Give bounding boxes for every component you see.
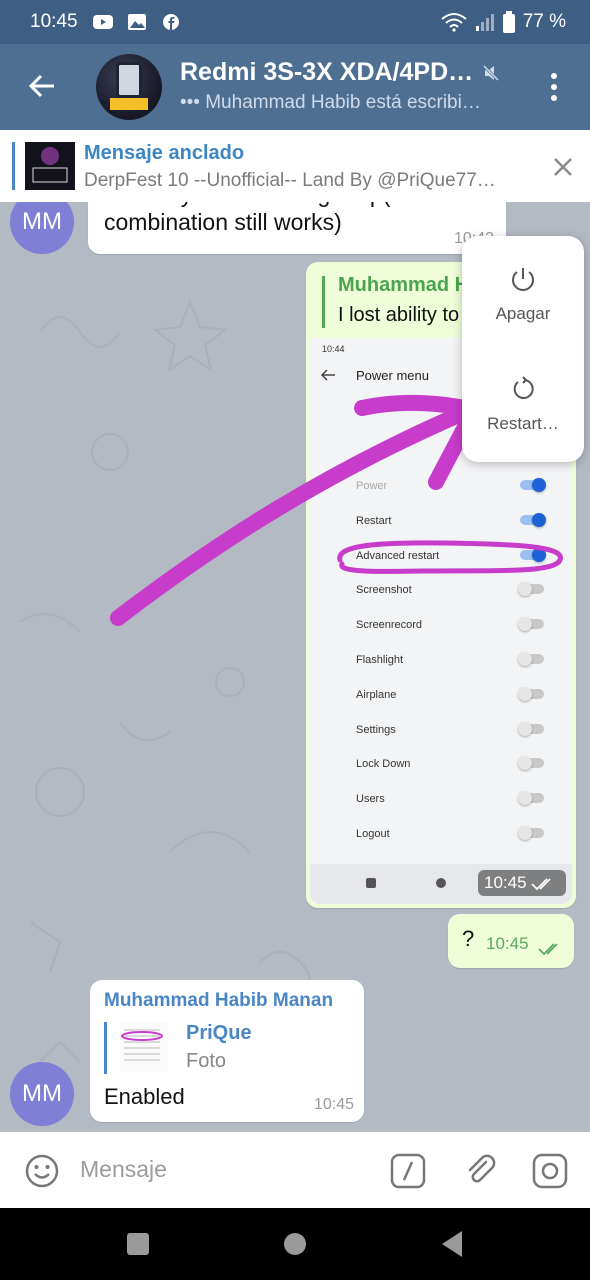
attach-icon[interactable] — [462, 1152, 498, 1188]
power-icon[interactable] — [509, 266, 537, 294]
power-off-button[interactable]: Apagar — [462, 304, 584, 324]
camera-icon[interactable] — [532, 1153, 568, 1189]
restart-icon[interactable] — [511, 376, 537, 402]
power-menu-popup: Apagar Restart… — [462, 236, 584, 462]
bot-commands-icon[interactable] — [390, 1153, 426, 1189]
restart-button[interactable]: Restart… — [462, 414, 584, 434]
emoji-icon[interactable] — [24, 1153, 60, 1189]
recents-icon[interactable] — [126, 1232, 150, 1256]
back-icon[interactable] — [440, 1230, 464, 1258]
annotation-arrow — [110, 394, 482, 626]
message-input-bar: Mensaje — [0, 1132, 590, 1208]
message-input[interactable]: Mensaje — [80, 1156, 167, 1183]
home-icon[interactable] — [283, 1232, 307, 1256]
system-nav-bar — [0, 1208, 590, 1280]
